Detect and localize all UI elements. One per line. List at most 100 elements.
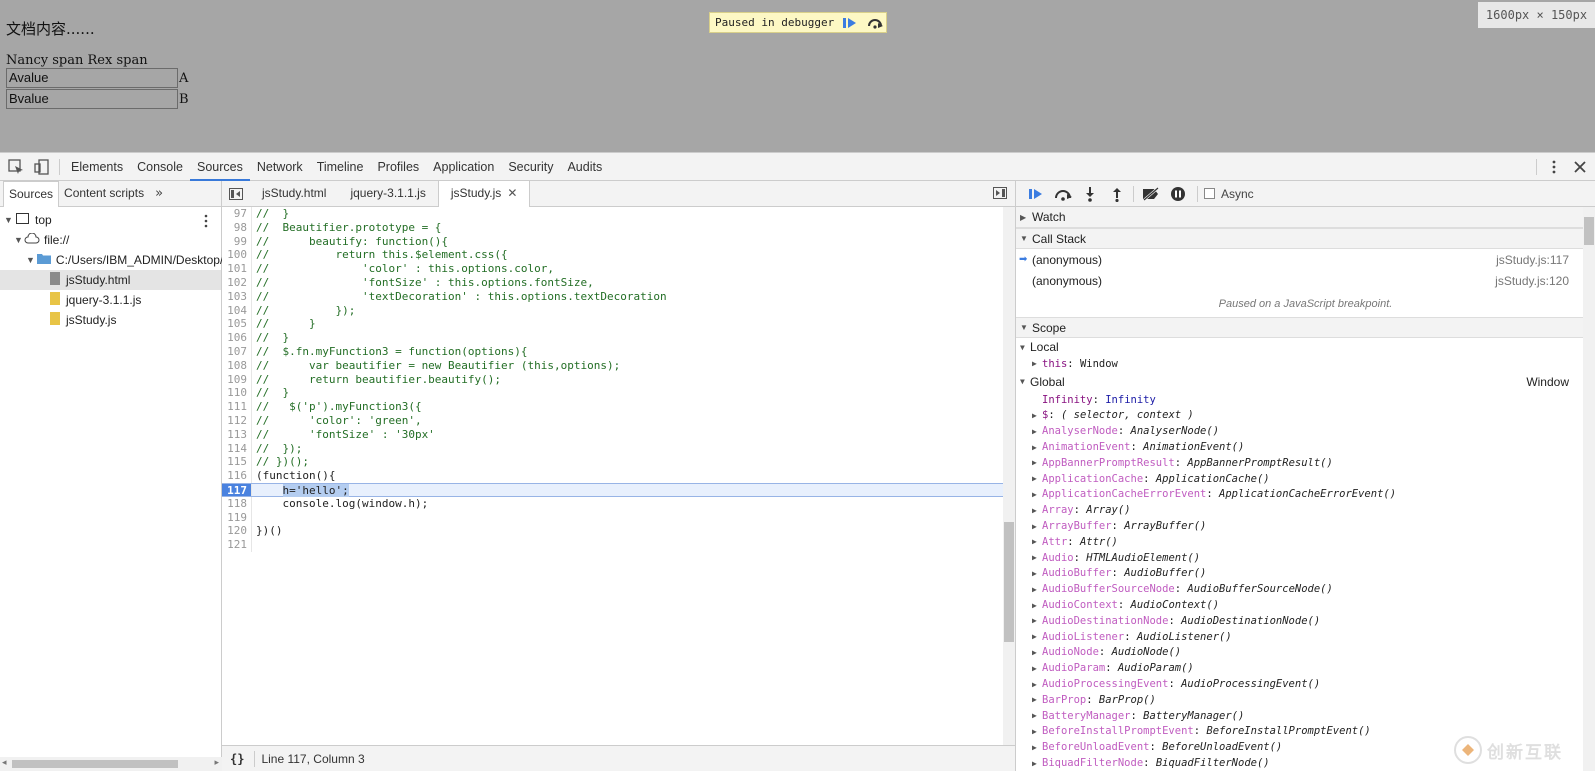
scope-property[interactable]: ▶ AudioBufferSourceNode: AudioBufferSourc…: [1016, 581, 1595, 597]
step-over-icon[interactable]: [864, 13, 886, 32]
resume-icon[interactable]: [839, 13, 861, 32]
editor-tab-jquery[interactable]: jquery-3.1.1.js: [338, 181, 437, 207]
editor-tab-jsstudy-html[interactable]: jsStudy.html: [250, 181, 338, 207]
scrollbar-thumb[interactable]: [12, 760, 178, 768]
navigator-horizontal-scrollbar[interactable]: ◂ ▸: [0, 757, 222, 771]
tab-profiles[interactable]: Profiles: [370, 153, 426, 181]
scope-property[interactable]: ▶ AnimationEvent: AnimationEvent(): [1016, 439, 1595, 455]
close-tab-icon[interactable]: ✕: [507, 186, 517, 200]
code-line[interactable]: 102 // 'fontSize' : this.options.fontSize…: [222, 276, 1003, 290]
toggle-debugger-icon[interactable]: [993, 187, 1007, 202]
code-line[interactable]: 101 // 'color' : this.options.color,: [222, 262, 1003, 276]
line-number[interactable]: 114: [222, 441, 252, 456]
watch-pane-header[interactable]: ▶ Watch: [1016, 207, 1595, 228]
scope-property[interactable]: ▶ Audio: HTMLAudioElement(): [1016, 550, 1595, 566]
scroll-right-icon[interactable]: ▸: [214, 758, 219, 768]
scope-property[interactable]: ▶ BarProp: BarProp(): [1016, 692, 1595, 708]
tab-elements[interactable]: Elements: [64, 153, 130, 181]
scope-property[interactable]: ▶ AudioContext: AudioContext(): [1016, 597, 1595, 613]
value-b-input[interactable]: Bvalue: [6, 89, 178, 109]
scope-pane-header[interactable]: ▼ Scope: [1016, 317, 1595, 338]
call-frame[interactable]: (anonymous) jsStudy.js:120: [1016, 270, 1595, 291]
step-out-icon[interactable]: [1103, 183, 1130, 205]
scope-property[interactable]: ▶ AudioBuffer: AudioBuffer(): [1016, 566, 1595, 582]
line-number[interactable]: 108: [222, 358, 252, 373]
code-line[interactable]: 111 // $('p').myFunction3({: [222, 400, 1003, 414]
scope-property[interactable]: ▶ AudioDestinationNode: AudioDestinationN…: [1016, 613, 1595, 629]
line-number[interactable]: 106: [222, 331, 252, 345]
scope-property[interactable]: ▶ ArrayBuffer: ArrayBuffer(): [1016, 518, 1595, 534]
scrollbar-thumb[interactable]: [1004, 522, 1014, 642]
code-line[interactable]: 119: [222, 510, 1003, 525]
tree-item-top[interactable]: ▼ top: [4, 210, 52, 230]
line-number[interactable]: 117: [222, 484, 252, 497]
line-number[interactable]: 104: [222, 303, 252, 318]
tree-item-folder[interactable]: ▼ C:/Users/IBM_ADMIN/Desktop/: [26, 250, 222, 270]
scope-property[interactable]: ▶ ApplicationCacheErrorEvent: Application…: [1016, 487, 1595, 503]
call-frame[interactable]: ➡ (anonymous) jsStudy.js:117: [1016, 249, 1595, 270]
tab-content-scripts[interactable]: Content scripts: [59, 181, 149, 207]
line-number[interactable]: 120: [222, 524, 252, 539]
scope-property[interactable]: ▶ AudioProcessingEvent: AudioProcessingEv…: [1016, 676, 1595, 692]
line-number[interactable]: 109: [222, 372, 252, 387]
code-line[interactable]: 108 // var beautifier = new Beautifier (t…: [222, 358, 1003, 373]
pretty-print-icon[interactable]: {}: [230, 752, 244, 766]
code-line[interactable]: 115 // })();: [222, 455, 1003, 470]
scope-property[interactable]: ▶ AudioNode: AudioNode(): [1016, 645, 1595, 661]
scroll-left-icon[interactable]: ◂: [2, 758, 7, 768]
scope-property[interactable]: ▶ AudioListener: AudioListener(): [1016, 629, 1595, 645]
scope-property[interactable]: ▶ Array: Array(): [1016, 502, 1595, 518]
current-execution-line[interactable]: 117 h='hello';: [222, 483, 1003, 497]
navigator-menu-icon[interactable]: [203, 214, 209, 231]
async-checkbox[interactable]: [1204, 188, 1215, 199]
step-over-icon[interactable]: [1049, 183, 1076, 205]
inspect-element-icon[interactable]: [3, 154, 29, 180]
code-line[interactable]: 116 (function(){: [222, 469, 1003, 483]
scrollbar-thumb[interactable]: [1584, 217, 1594, 245]
editor-tab-jsstudy-js[interactable]: jsStudy.js ✕: [437, 180, 531, 207]
code-line[interactable]: 107 // $.fn.myFunction3 = function(option…: [222, 345, 1003, 359]
debugger-vertical-scrollbar[interactable]: [1583, 207, 1595, 771]
line-number[interactable]: 121: [222, 538, 252, 552]
code-line[interactable]: 105 // }: [222, 317, 1003, 332]
scope-local[interactable]: ▼ Local: [1016, 338, 1595, 356]
line-number[interactable]: 100: [222, 248, 252, 263]
line-number[interactable]: 116: [222, 469, 252, 483]
value-a-input[interactable]: Avalue: [6, 68, 178, 88]
toggle-navigator-icon[interactable]: [222, 181, 250, 207]
tab-application[interactable]: Application: [426, 153, 501, 181]
line-number[interactable]: 112: [222, 414, 252, 428]
code-line[interactable]: 98 // Beautifier.prototype = {: [222, 220, 1003, 235]
code-line[interactable]: 103 // 'textDecoration' : this.options.te…: [222, 289, 1003, 304]
scope-property[interactable]: ▶ ApplicationCache: ApplicationCache(): [1016, 471, 1595, 487]
tree-item-file[interactable]: jsStudy.html: [0, 270, 221, 290]
line-number[interactable]: 103: [222, 289, 252, 304]
code-line[interactable]: 97 // }: [222, 207, 1003, 221]
pause-on-exceptions-icon[interactable]: [1164, 183, 1191, 205]
call-stack-pane-header[interactable]: ▼ Call Stack: [1016, 228, 1595, 249]
tab-navigator-sources[interactable]: Sources: [3, 180, 60, 207]
scope-property[interactable]: ▶ $: ( selector, context ): [1016, 408, 1595, 424]
scope-property[interactable]: ▶ AudioParam: AudioParam(): [1016, 660, 1595, 676]
step-into-icon[interactable]: [1076, 183, 1103, 205]
tree-item-file[interactable]: jquery-3.1.1.js: [50, 290, 141, 310]
tab-audits[interactable]: Audits: [560, 153, 609, 181]
line-number[interactable]: 101: [222, 262, 252, 276]
tab-sources[interactable]: Sources: [189, 153, 250, 181]
line-number[interactable]: 111: [222, 400, 252, 414]
code-line[interactable]: 120})(): [222, 524, 1003, 539]
code-line[interactable]: 121: [222, 538, 1003, 552]
scope-global[interactable]: ▼ Global Window: [1016, 372, 1595, 392]
tab-timeline[interactable]: Timeline: [310, 153, 371, 181]
tab-network[interactable]: Network: [250, 153, 310, 181]
line-number[interactable]: 110: [222, 386, 252, 401]
code-line[interactable]: 114 // });: [222, 441, 1003, 456]
line-number[interactable]: 118: [222, 496, 252, 511]
code-line[interactable]: 113 // 'fontSize' : '30px': [222, 427, 1003, 442]
tab-security[interactable]: Security: [501, 153, 560, 181]
line-number[interactable]: 99: [222, 234, 252, 249]
line-number[interactable]: 115: [222, 455, 252, 470]
more-tabs-chevron-icon[interactable]: »: [155, 186, 163, 201]
code-line[interactable]: 99 // beautify: function(){: [222, 234, 1003, 249]
tab-console[interactable]: Console: [130, 153, 190, 181]
